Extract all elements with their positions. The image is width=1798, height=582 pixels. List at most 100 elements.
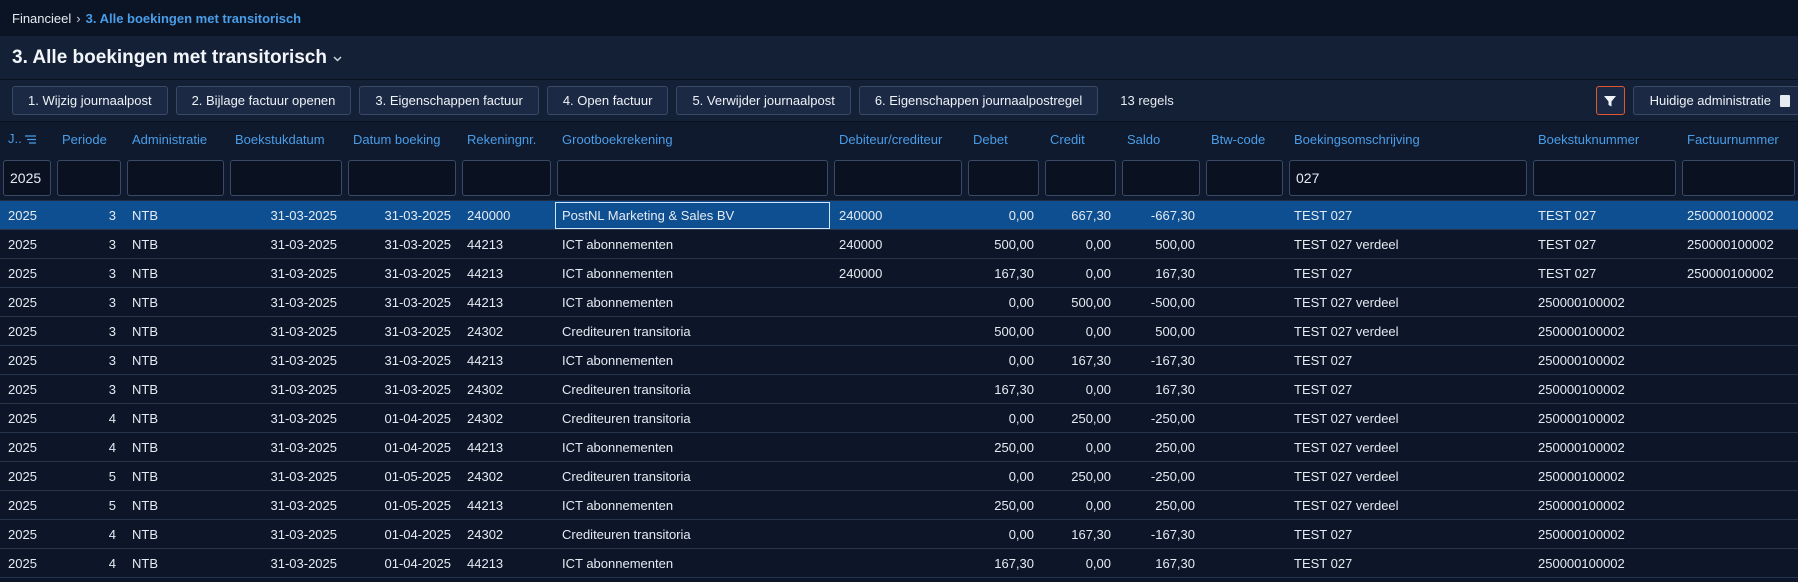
cell-document-number[interactable]: 250000100002 <box>1530 461 1679 491</box>
cell-credit[interactable]: 250,00 <box>1042 403 1119 433</box>
cell-document-number[interactable]: TEST 027 <box>1530 229 1679 259</box>
delete-journal-entry-button[interactable]: 5. Verwijder journaalpost <box>676 86 851 115</box>
cell-booking-date[interactable]: 01-05-2025 <box>345 490 459 520</box>
cell-vat-code[interactable] <box>1203 200 1286 230</box>
cell-debit[interactable]: 0,00 <box>965 345 1042 375</box>
cell-administration[interactable]: NTB <box>124 548 227 578</box>
cell-account-number[interactable]: 44213 <box>459 432 554 462</box>
cell-year[interactable]: 2025 <box>0 287 54 317</box>
cell-credit[interactable]: 0,00 <box>1042 258 1119 288</box>
cell-description[interactable]: TEST 027 <box>1286 374 1530 404</box>
table-row[interactable]: 2025 3 NTB 31-03-2025 31-03-2025 44213 ICT abo… <box>0 258 1798 288</box>
cell-period[interactable]: 4 <box>54 403 124 433</box>
cell-period[interactable]: 5 <box>54 461 124 491</box>
cell-year[interactable]: 2025 <box>0 258 54 288</box>
cell-document-date[interactable]: 31-03-2025 <box>227 519 345 549</box>
filter-input-invoice-number[interactable] <box>1682 160 1795 196</box>
cell-booking-date[interactable]: 01-05-2025 <box>345 461 459 491</box>
cell-credit[interactable]: 167,30 <box>1042 345 1119 375</box>
cell-ledger-account[interactable]: ICT abonnementen <box>554 229 831 259</box>
cell-ledger-account[interactable]: Crediteuren transitoria <box>554 316 831 346</box>
cell-administration[interactable]: NTB <box>124 432 227 462</box>
filter-input-document-number[interactable] <box>1533 160 1676 196</box>
column-header-administration[interactable]: Administratie <box>124 122 227 156</box>
cell-description[interactable]: TEST 027 verdeel <box>1286 229 1530 259</box>
cell-administration[interactable]: NTB <box>124 200 227 230</box>
cell-period[interactable]: 4 <box>54 548 124 578</box>
column-header-invoice-number[interactable]: Factuurnummer <box>1679 122 1798 156</box>
cell-description[interactable]: TEST 027 verdeel <box>1286 490 1530 520</box>
filter-input-ledger-account[interactable] <box>557 160 828 196</box>
cell-debtor-creditor[interactable]: 240000 <box>831 200 965 230</box>
cell-booking-date[interactable]: 31-03-2025 <box>345 229 459 259</box>
cell-vat-code[interactable] <box>1203 519 1286 549</box>
cell-credit[interactable]: 0,00 <box>1042 374 1119 404</box>
cell-booking-date[interactable]: 31-03-2025 <box>345 287 459 317</box>
table-row[interactable]: 2025 4 NTB 31-03-2025 01-04-2025 44213 ICT abo… <box>0 432 1798 462</box>
cell-debit[interactable]: 0,00 <box>965 200 1042 230</box>
cell-debit[interactable]: 0,00 <box>965 461 1042 491</box>
cell-ledger-account[interactable]: Crediteuren transitoria <box>554 461 831 491</box>
cell-booking-date[interactable]: 31-03-2025 <box>345 374 459 404</box>
column-header-vat-code[interactable]: Btw-code <box>1203 122 1286 156</box>
column-header-credit[interactable]: Credit <box>1042 122 1119 156</box>
column-header-account-number[interactable]: Rekeningnr. <box>459 122 554 156</box>
cell-debtor-creditor[interactable] <box>831 345 965 375</box>
cell-invoice-number[interactable] <box>1679 432 1798 462</box>
cell-balance[interactable]: 500,00 <box>1119 229 1203 259</box>
cell-year[interactable]: 2025 <box>0 229 54 259</box>
cell-vat-code[interactable] <box>1203 432 1286 462</box>
cell-invoice-number[interactable]: 250000100002 <box>1679 200 1798 230</box>
column-header-document-number[interactable]: Boekstuknummer <box>1530 122 1679 156</box>
filter-input-year[interactable] <box>3 160 51 196</box>
cell-credit[interactable]: 0,00 <box>1042 316 1119 346</box>
cell-debtor-creditor[interactable] <box>831 432 965 462</box>
cell-document-number[interactable]: TEST 027 <box>1530 200 1679 230</box>
cell-balance[interactable]: -250,00 <box>1119 461 1203 491</box>
cell-document-number[interactable]: 250000100002 <box>1530 403 1679 433</box>
cell-account-number[interactable]: 44213 <box>459 548 554 578</box>
table-row[interactable]: 2025 4 NTB 31-03-2025 01-04-2025 44213 ICT abo… <box>0 548 1798 578</box>
cell-document-date[interactable]: 31-03-2025 <box>227 345 345 375</box>
cell-booking-date[interactable]: 31-03-2025 <box>345 200 459 230</box>
cell-vat-code[interactable] <box>1203 548 1286 578</box>
column-header-description[interactable]: Boekingsomschrijving <box>1286 122 1530 156</box>
cell-account-number[interactable]: 44213 <box>459 345 554 375</box>
cell-period[interactable]: 3 <box>54 258 124 288</box>
chevron-down-icon[interactable] <box>333 51 342 65</box>
cell-document-date[interactable]: 31-03-2025 <box>227 548 345 578</box>
cell-document-number[interactable]: 250000100002 <box>1530 374 1679 404</box>
cell-debtor-creditor[interactable] <box>831 316 965 346</box>
cell-period[interactable]: 3 <box>54 287 124 317</box>
filter-input-balance[interactable] <box>1122 160 1200 196</box>
current-administration-button[interactable]: Huidige administratie <box>1632 86 1798 115</box>
table-row[interactable]: 2025 3 NTB 31-03-2025 31-03-2025 24302 Credite… <box>0 316 1798 346</box>
cell-description[interactable]: TEST 027 <box>1286 519 1530 549</box>
cell-invoice-number[interactable] <box>1679 316 1798 346</box>
filter-input-vat-code[interactable] <box>1206 160 1283 196</box>
cell-document-number[interactable]: 250000100002 <box>1530 287 1679 317</box>
cell-debtor-creditor[interactable]: 240000 <box>831 229 965 259</box>
table-row[interactable]: 2025 4 NTB 31-03-2025 01-04-2025 24302 Credite… <box>0 519 1798 549</box>
cell-administration[interactable]: NTB <box>124 519 227 549</box>
cell-debit[interactable]: 500,00 <box>965 316 1042 346</box>
cell-debtor-creditor[interactable]: 240000 <box>831 258 965 288</box>
cell-administration[interactable]: NTB <box>124 403 227 433</box>
cell-balance[interactable]: 167,30 <box>1119 258 1203 288</box>
cell-vat-code[interactable] <box>1203 490 1286 520</box>
cell-debit[interactable]: 167,30 <box>965 548 1042 578</box>
filter-input-credit[interactable] <box>1045 160 1116 196</box>
cell-ledger-account[interactable]: ICT abonnementen <box>554 258 831 288</box>
cell-administration[interactable]: NTB <box>124 258 227 288</box>
cell-invoice-number[interactable] <box>1679 374 1798 404</box>
cell-vat-code[interactable] <box>1203 374 1286 404</box>
cell-period[interactable]: 4 <box>54 432 124 462</box>
cell-vat-code[interactable] <box>1203 258 1286 288</box>
cell-vat-code[interactable] <box>1203 229 1286 259</box>
column-header-document-date[interactable]: Boekstukdatum <box>227 122 345 156</box>
cell-document-date[interactable]: 31-03-2025 <box>227 490 345 520</box>
cell-vat-code[interactable] <box>1203 316 1286 346</box>
cell-document-number[interactable]: 250000100002 <box>1530 519 1679 549</box>
cell-year[interactable]: 2025 <box>0 374 54 404</box>
edit-journal-entry-button[interactable]: 1. Wijzig journaalpost <box>12 86 168 115</box>
